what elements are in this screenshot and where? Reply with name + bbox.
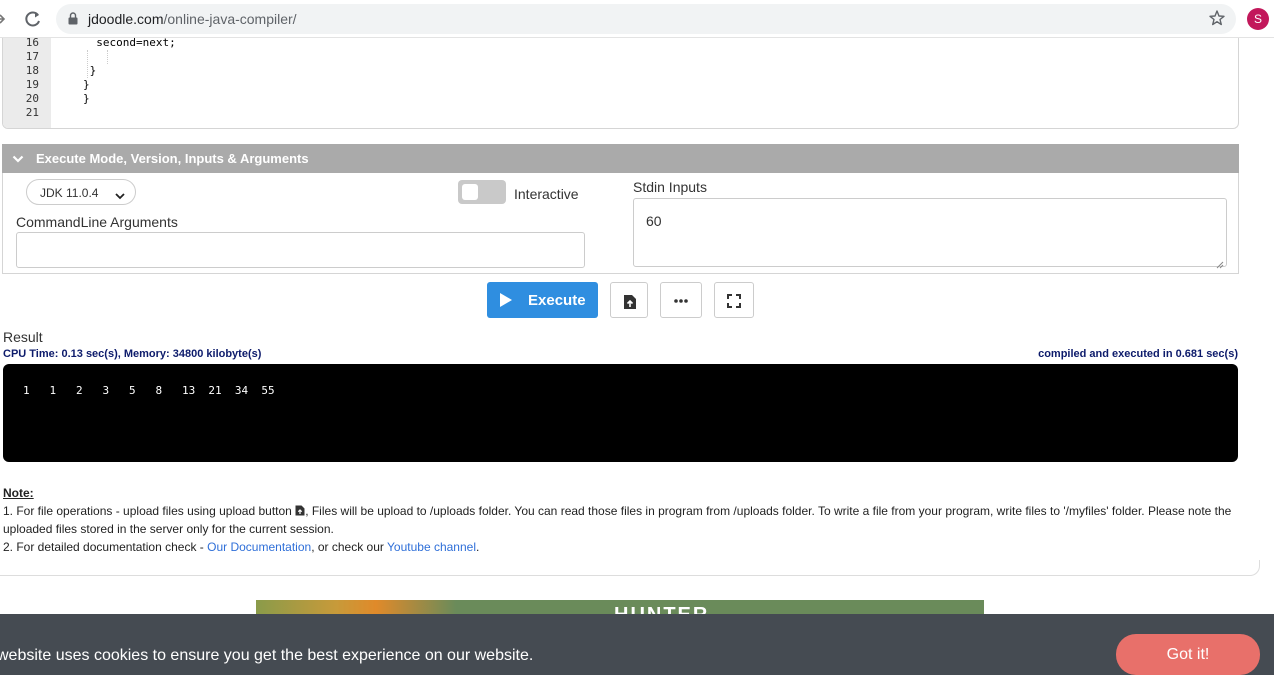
- result-label: Result: [3, 329, 43, 345]
- line-number: 16: [25, 38, 39, 49]
- stdin-label: Stdin Inputs: [633, 179, 707, 195]
- bookmark-star-icon[interactable]: [1208, 9, 1226, 27]
- ad-image: [256, 600, 456, 615]
- advertisement-banner[interactable]: HUNTER: [256, 600, 984, 615]
- file-upload-icon: [295, 503, 305, 516]
- fullscreen-icon: [727, 294, 741, 308]
- note-text: 2. For detailed documentation check -: [3, 540, 208, 554]
- cookie-message: website uses cookies to ensure you get t…: [0, 647, 534, 664]
- upload-file-button[interactable]: [610, 282, 648, 318]
- note-title: Note:: [3, 486, 34, 500]
- play-icon: [499, 292, 513, 308]
- card-border: [0, 560, 1260, 576]
- forward-arrow-icon[interactable]: [0, 9, 10, 29]
- interactive-label: Interactive: [514, 186, 579, 202]
- commandline-label: CommandLine Arguments: [16, 214, 178, 230]
- line-number: 20: [25, 92, 39, 105]
- line-number: 21: [25, 106, 39, 119]
- note-item: 2. For detailed documentation check - Ou…: [3, 538, 1243, 556]
- lock-icon: [68, 12, 78, 25]
- program-output: 1 1 2 3 5 8 13 21 34 55: [23, 384, 275, 397]
- resize-grip-icon[interactable]: [1216, 256, 1224, 269]
- stdin-input[interactable]: 60: [633, 198, 1227, 269]
- code-line: }: [83, 78, 90, 91]
- compile-time-stats: compiled and executed in 0.681 sec(s): [1038, 348, 1238, 360]
- line-number: 19: [25, 78, 39, 91]
- panel-title: Execute Mode, Version, Inputs & Argument…: [36, 151, 309, 166]
- documentation-link[interactable]: Our Documentation: [207, 540, 311, 554]
- chevron-down-icon: [115, 188, 125, 200]
- chevron-down-icon: [12, 152, 24, 164]
- file-upload-icon: [624, 295, 636, 309]
- reload-icon[interactable]: [22, 8, 44, 30]
- output-console[interactable]: 1 1 2 3 5 8 13 21 34 55: [3, 364, 1238, 462]
- browser-toolbar: jdoodle.com/online-java-compiler/ S: [0, 0, 1274, 38]
- fullscreen-button[interactable]: [714, 282, 754, 318]
- line-number: 18: [25, 64, 39, 77]
- stdin-value: 60: [646, 213, 662, 229]
- youtube-channel-link[interactable]: Youtube channel: [387, 540, 476, 554]
- more-options-button[interactable]: [660, 282, 702, 318]
- cookie-consent-bar: website uses cookies to ensure you get t…: [0, 614, 1274, 675]
- indent-guide: [107, 50, 108, 64]
- execute-mode-panel: Execute Mode, Version, Inputs & Argument…: [2, 144, 1239, 274]
- more-dots-icon: [674, 299, 688, 303]
- note-text: .: [476, 540, 480, 554]
- url-host: jdoodle.com: [88, 11, 164, 27]
- address-bar[interactable]: jdoodle.com/online-java-compiler/: [56, 4, 1236, 34]
- jdk-version-select[interactable]: JDK 11.0.4: [26, 179, 136, 205]
- url-text: jdoodle.com/online-java-compiler/: [88, 11, 297, 27]
- jdk-version-value: JDK 11.0.4: [40, 186, 99, 200]
- cpu-time-stats: CPU Time: 0.13 sec(s), Memory: 34800 kil…: [3, 348, 262, 360]
- url-path: /online-java-compiler/: [163, 11, 297, 27]
- commandline-input[interactable]: [16, 232, 585, 268]
- execute-button[interactable]: Execute: [487, 282, 598, 318]
- profile-avatar[interactable]: S: [1247, 8, 1269, 30]
- note-item: 1. For file operations - upload files us…: [3, 502, 1243, 538]
- code-line: }: [83, 92, 90, 105]
- execute-label: Execute: [528, 292, 586, 309]
- code-line: }: [83, 64, 97, 77]
- toggle-knob: [462, 184, 478, 200]
- note-text: 1. For file operations - upload files us…: [3, 504, 296, 518]
- line-number: 17: [25, 50, 39, 63]
- notes-section: Note: 1. For file operations - upload fi…: [3, 484, 1243, 556]
- code-editor[interactable]: 16 17 18 19 20 21 second=next; } } }: [2, 38, 1239, 129]
- got-it-button[interactable]: Got it!: [1116, 634, 1260, 675]
- panel-header-toggle[interactable]: Execute Mode, Version, Inputs & Argument…: [2, 144, 1239, 173]
- code-line: second=next;: [83, 38, 176, 49]
- interactive-toggle[interactable]: [458, 180, 506, 204]
- note-text: , or check our: [311, 540, 388, 554]
